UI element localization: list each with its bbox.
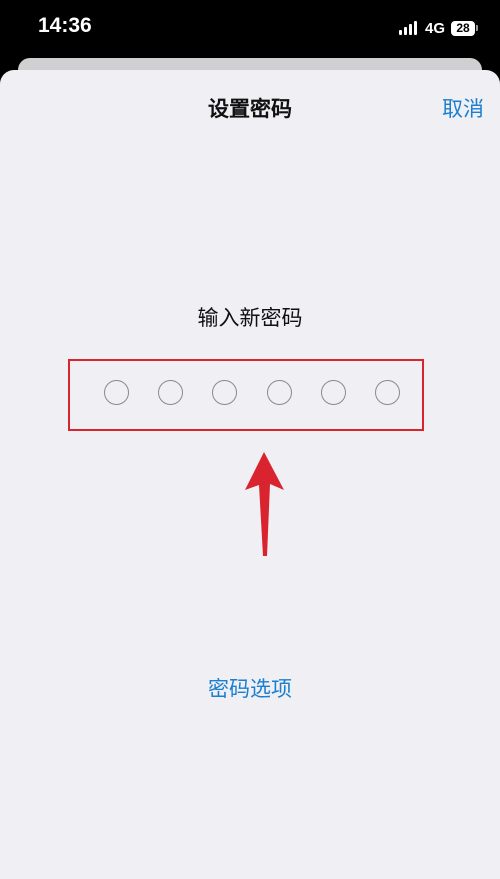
passcode-dot — [158, 380, 184, 405]
status-time: 14:36 — [38, 14, 92, 37]
network-type: 4G — [424, 19, 445, 37]
battery-tip — [476, 25, 478, 31]
passcode-dot — [374, 380, 400, 405]
passcode-field[interactable] — [104, 380, 400, 406]
battery-icon: 28 — [451, 20, 475, 36]
cancel-button[interactable]: 取消 — [442, 93, 484, 123]
passcode-prompt: 输入新密码 — [197, 306, 303, 330]
signal-strength-icon — [398, 21, 419, 35]
passcode-dot — [266, 380, 292, 405]
status-bar: 14:36 4G 28 — [0, 0, 500, 56]
annotation-arrow-icon — [245, 452, 284, 556]
page-title: 设置密码 — [208, 97, 292, 121]
passcode-dot — [212, 380, 238, 405]
passcode-dot — [104, 380, 129, 405]
passcode-options-button[interactable]: 密码选项 — [0, 673, 500, 703]
passcode-dot — [320, 380, 346, 405]
status-indicators: 4G 28 — [398, 16, 478, 40]
